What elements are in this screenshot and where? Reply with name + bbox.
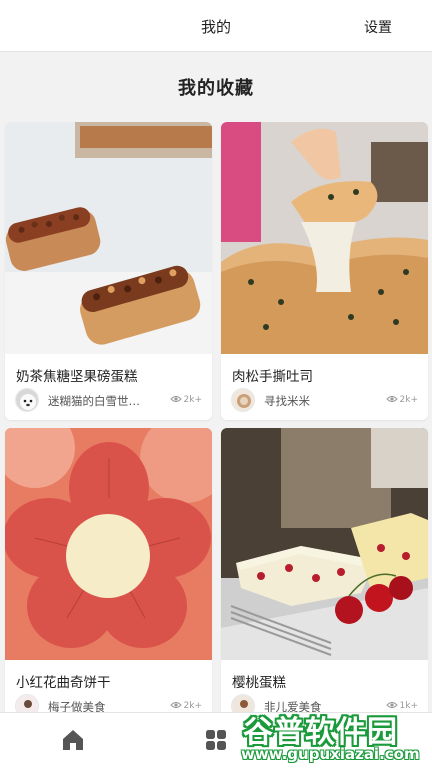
view-count: 2k+ [183, 395, 202, 405]
toast-bread-photo [221, 122, 428, 354]
recipe-name: 肉松手撕吐司 [232, 369, 313, 385]
dog-avatar [15, 388, 39, 412]
recipe-card[interactable]: 樱桃蛋糕 非儿爱美食 1k+ [221, 428, 428, 720]
eye-icon [386, 396, 398, 402]
eye-icon [170, 702, 182, 708]
recipe-card[interactable]: 肉松手撕吐司 寻找米米 2k+ [221, 122, 428, 420]
author-name: 迷糊猫的白雪世… [48, 394, 140, 408]
flower-cookie-photo [5, 428, 212, 660]
recipe-name: 小红花曲奇饼干 [16, 675, 111, 691]
cherry-cake-photo [221, 428, 428, 660]
pound-cake-photo [5, 122, 212, 354]
author-name: 寻找米米 [264, 394, 310, 408]
recipe-card[interactable]: 小红花曲奇饼干 梅子做美食 2k+ [5, 428, 212, 720]
recipe-name: 樱桃蛋糕 [232, 675, 286, 691]
food-avatar [231, 388, 255, 412]
watermark: 谷普软件园 www.gupuxiazai.com [235, 705, 432, 768]
grid-icon[interactable] [203, 727, 229, 753]
favorites-title: 我的收藏 [178, 78, 254, 99]
recipe-card[interactable]: 奶茶焦糖坚果磅蛋糕 迷糊猫的白雪世… 2k+ [5, 122, 212, 420]
home-icon[interactable] [60, 727, 86, 753]
recipe-name: 奶茶焦糖坚果磅蛋糕 [16, 369, 138, 385]
view-count: 2k+ [183, 701, 202, 711]
watermark-url: www.gupuxiazai.com [241, 745, 420, 763]
top-bar: 我的 设置 [0, 0, 432, 52]
view-count: 2k+ [399, 395, 418, 405]
settings-button[interactable]: 设置 [364, 17, 392, 37]
eye-icon [170, 396, 182, 402]
